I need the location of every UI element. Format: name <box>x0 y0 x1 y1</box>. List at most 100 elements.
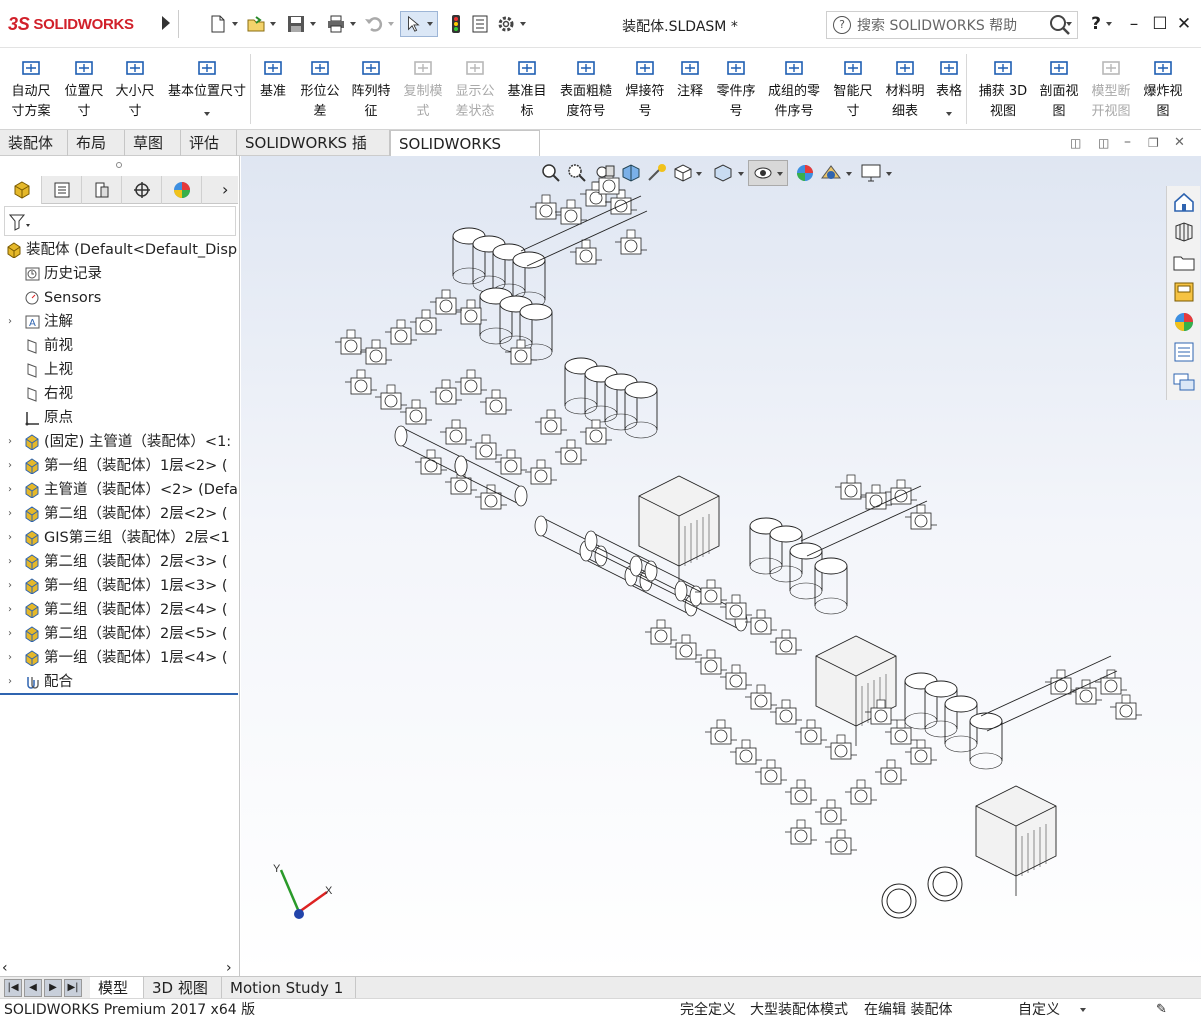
tree-item[interactable]: 右视 <box>0 382 238 406</box>
cmd-stacked-balloon-button[interactable]: 成组的零 件序号 <box>764 56 824 130</box>
tree-item[interactable]: › 第二组（装配体）2层<5> ( <box>0 622 238 646</box>
tree-item[interactable]: › 第一组（装配体）1层<3> ( <box>0 574 238 598</box>
hide-show-items-button[interactable] <box>748 160 788 186</box>
tree-item[interactable]: Sensors <box>0 286 238 310</box>
cmd-section-view-button[interactable]: 剖面视 图 <box>1036 56 1082 130</box>
first-tab-icon[interactable]: |◀ <box>4 979 22 997</box>
select-dropdown-icon[interactable] <box>427 22 433 26</box>
cmd-datum-button[interactable]: 基准 <box>258 56 288 130</box>
apply-scene-icon[interactable] <box>820 162 842 184</box>
tab-2[interactable]: 草图 <box>125 130 181 156</box>
options-gear-icon[interactable] <box>496 14 516 34</box>
print-icon[interactable] <box>326 14 346 34</box>
save-icon[interactable] <box>286 14 306 34</box>
tree-expander-icon[interactable]: › <box>8 502 12 526</box>
tree-item[interactable]: 原点 <box>0 406 238 430</box>
menu-flyout-arrow-icon[interactable] <box>162 16 170 30</box>
tree-item[interactable]: › 第二组（装配体）2层<2> ( <box>0 502 238 526</box>
help-menu-button[interactable]: ? <box>1084 12 1108 36</box>
tree-item[interactable]: › 第二组（装配体）2层<4> ( <box>0 598 238 622</box>
solidworks-forum-icon[interactable] <box>1172 370 1196 394</box>
cmd-copy-scheme-button[interactable]: 复制模 式 <box>400 56 446 130</box>
open-file-icon[interactable] <box>246 14 266 34</box>
cmd-bom-button[interactable]: 材料明 细表 <box>882 56 928 130</box>
units-dropdown-icon[interactable] <box>1080 1008 1086 1012</box>
tree-item[interactable]: › 第二组（装配体）2层<3> ( <box>0 550 238 574</box>
cmd-location-dimension-button[interactable]: 位置尺 寸 <box>60 56 108 130</box>
tree-item[interactable]: › (固定) 主管道（装配体）<1: <box>0 430 238 454</box>
minimize-window-button[interactable]: – <box>1122 12 1146 36</box>
tree-expander-icon[interactable]: › <box>8 454 12 478</box>
rebuild-traffic-light-icon[interactable] <box>446 14 466 34</box>
cmd-dropdown-icon[interactable] <box>946 112 952 116</box>
propertymanager-tab[interactable] <box>42 176 82 204</box>
edit-appearance-icon[interactable] <box>794 162 816 184</box>
tree-expander-icon[interactable]: › <box>8 670 12 694</box>
zoom-to-fit-icon[interactable] <box>540 162 562 184</box>
view-settings-monitor-icon[interactable] <box>860 162 882 184</box>
display-style-dropdown-icon[interactable] <box>738 172 744 176</box>
display-style-icon[interactable] <box>712 162 734 184</box>
cmd-pattern-feature-button[interactable]: 阵列特 征 <box>348 56 394 130</box>
featuremanager-tab[interactable] <box>2 176 42 204</box>
section-view-icon[interactable] <box>620 162 642 184</box>
view-orientation-dropdown-icon[interactable] <box>696 172 702 176</box>
previous-view-icon[interactable] <box>594 162 616 184</box>
hide-show-dropdown-icon[interactable] <box>777 172 783 176</box>
panel-collapse-handle-icon[interactable] <box>116 162 122 168</box>
search-icon[interactable] <box>1047 12 1077 38</box>
scroll-right-icon[interactable]: › <box>226 960 232 976</box>
bottom-tab-2[interactable]: Motion Study 1 <box>222 977 356 999</box>
quick-tips-icon[interactable]: ✎ <box>1156 999 1167 1021</box>
tab-5[interactable]: SOLIDWORKS MBD <box>390 130 540 179</box>
tree-expander-icon[interactable]: › <box>8 598 12 622</box>
panel-tabs-scroll-right-icon[interactable]: › <box>222 180 228 199</box>
new-document-icon[interactable] <box>208 14 228 34</box>
undo-icon[interactable] <box>364 14 384 34</box>
tree-item[interactable]: › 第一组（装配体）1层<4> ( <box>0 646 238 670</box>
undo-dropdown-icon[interactable] <box>388 22 394 26</box>
tree-item[interactable]: › 主管道（装配体）<2> (Defa <box>0 478 238 502</box>
tree-expander-icon[interactable]: › <box>8 550 12 574</box>
save-dropdown-icon[interactable] <box>310 22 316 26</box>
design-library-icon[interactable] <box>1172 220 1196 244</box>
display-manager-tab[interactable] <box>162 176 202 204</box>
scroll-left-icon[interactable]: ‹ <box>2 960 8 976</box>
cmd-show-tolerance-status-button[interactable]: 显示公 差状态 <box>452 56 498 130</box>
tree-expander-icon[interactable]: › <box>8 430 12 454</box>
cmd-size-dimension-button[interactable]: 大小尺 寸 <box>112 56 158 130</box>
bottom-tab-1[interactable]: 3D 视图 <box>144 977 222 999</box>
cmd-exploded-view-button[interactable]: 爆炸视 图 <box>1140 56 1186 130</box>
cmd-balloon-button[interactable]: 零件序 号 <box>712 56 760 130</box>
appearances-scenes-icon[interactable] <box>1172 310 1196 334</box>
tree-expander-icon[interactable]: › <box>8 310 12 334</box>
tree-expander-icon[interactable]: › <box>8 622 12 646</box>
zoom-to-area-icon[interactable] <box>566 162 588 184</box>
tree-expander-icon[interactable]: › <box>8 574 12 598</box>
viewport-prev-icon[interactable]: ◫ <box>1070 136 1081 150</box>
tree-item[interactable]: › GIS第三组（装配体）2层<1 <box>0 526 238 550</box>
help-dropdown-icon[interactable] <box>1106 22 1112 26</box>
last-tab-icon[interactable]: ▶| <box>64 979 82 997</box>
select-tool-button[interactable] <box>400 11 438 37</box>
viewport-minimize-icon[interactable]: – <box>1124 134 1131 150</box>
solidworks-resources-home-icon[interactable] <box>1172 190 1196 214</box>
assembly-model-drawing[interactable]: Y X <box>241 156 1201 976</box>
view-palette-icon[interactable] <box>1172 280 1196 304</box>
tree-item[interactable]: › 第一组（装配体）1层<2> ( <box>0 454 238 478</box>
tree-item[interactable]: 历史记录 <box>0 262 238 286</box>
cmd-basic-location-dimension-button[interactable]: 基本位置尺寸 <box>164 56 250 130</box>
search-input[interactable]: ? 搜索 SOLIDWORKS 帮助 <box>826 11 1078 39</box>
file-properties-icon[interactable] <box>470 14 490 34</box>
viewport-next-icon[interactable]: ◫ <box>1098 136 1109 150</box>
tab-1[interactable]: 布局 <box>68 130 125 156</box>
custom-properties-icon[interactable] <box>1172 340 1196 364</box>
print-dropdown-icon[interactable] <box>350 22 356 26</box>
tree-item[interactable]: › 配合 <box>0 670 238 694</box>
cmd-smart-dimension-button[interactable]: 智能尺 寸 <box>830 56 876 130</box>
bottom-tab-0[interactable]: 模型 <box>90 977 144 999</box>
options-dropdown-icon[interactable] <box>520 22 526 26</box>
cmd-auto-dimension-button[interactable]: 自动尺 寸方案 <box>8 56 54 130</box>
tab-0[interactable]: 装配体 <box>0 130 68 156</box>
tree-item[interactable]: 上视 <box>0 358 238 382</box>
